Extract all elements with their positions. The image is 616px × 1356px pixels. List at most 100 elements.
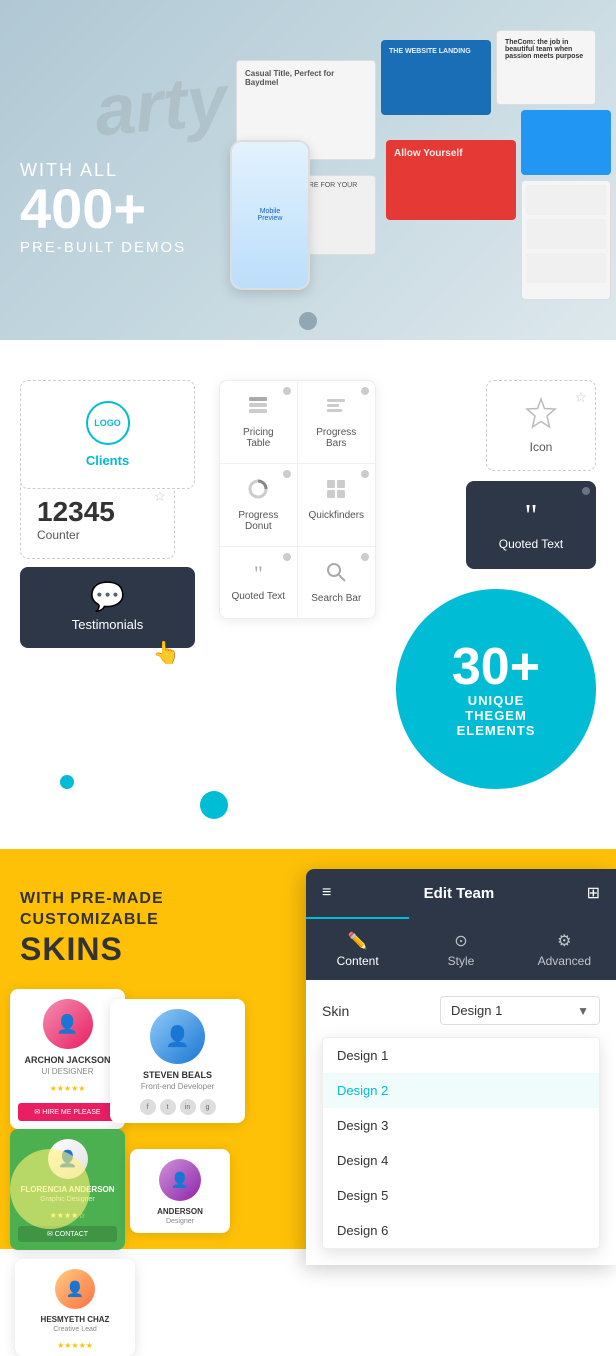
skins-section: WITH PRE-MADECUSTOMIZABLE SKINS 👤 ARCHON… [0,849,616,1249]
chevron-down-icon: ▼ [577,1004,589,1018]
profile-social-2: f t in g [110,1099,245,1123]
card-quoted-text: " Quoted Text [466,481,596,569]
mid-card-pricing: Pricing Table [220,381,297,464]
thegem-subtitle2: ELEMENTS [457,723,536,738]
tab-advanced[interactable]: ⚙ Advanced [513,917,616,980]
panel-grid-icon[interactable]: ⊞ [587,883,600,903]
social-icon-in: in [180,1099,196,1115]
progress-bars-label: Progress Bars [308,427,365,449]
progress-donut-label: Progress Donut [230,510,286,532]
hand-cursor-icon: 👆 [153,640,180,666]
tab-content[interactable]: ✏️ Content [306,917,409,980]
advanced-tab-icon: ⚙ [521,931,608,951]
dot-decoration [299,312,317,330]
testimonials-icon: 💬 [40,583,175,611]
skin-dropdown-menu: Design 1 Design 2 Design 3 Design 4 Desi… [322,1037,600,1249]
profile-card-2: 👤 STEVEN BEALS Front-end Developer f t i… [110,999,245,1123]
profile-name-4: ANDERSON [130,1207,230,1216]
profile-card-5: 👤 HESMYETH CHAZ Creative Lead ★★★★★ [15,1259,135,1356]
quote-mark-icon: " [484,499,578,531]
thegem-subtitle1: THEGEM [465,708,527,723]
star-icon-top-right: ☆ [574,389,587,406]
icon-widget-label: Icon [507,440,575,454]
quickfinders-label: Quickfinders [308,510,365,521]
mid-corner-dot-2 [361,387,369,395]
mid-card-quickfinders: Quickfinders [298,464,375,547]
quoted-text-icon-mid: " [230,561,286,587]
style-tab-icon: ⊙ [417,931,504,951]
elements-grid: LOGO Clients ☆ 12345 Counter 💬 Testimoni… [20,380,596,789]
dropdown-option-6[interactable]: Design 6 [323,1213,599,1248]
profile-contact-3: ✉ CONTACT [18,1226,117,1242]
hero-text-block: WITH ALL 400+ PRE-BUILT DEMOS [20,160,186,256]
thegem-number: 30+ [452,641,540,693]
mid-card-donut: Progress Donut [220,464,297,547]
content-tab-icon: ✏️ [314,931,401,951]
card-counter: ☆ 12345 Counter [20,479,175,559]
thumb1-text: Casual Title, Perfect for Baydmel [237,61,375,95]
panel-header: ≡ Edit Team ⊞ [306,869,616,917]
avatar-2: 👤 [150,1009,205,1064]
hero-section: arty Casual Title, Perfect for Baydmel T… [0,0,616,340]
counter-number: 12345 [37,496,158,528]
cards-right: ☆ Icon " Quoted Text 30+ UNIQUE THEGEM E… [396,380,596,789]
thumb6-text: Allow Yourself [386,140,516,167]
decorative-dot-2 [200,791,228,819]
dropdown-option-4[interactable]: Design 4 [323,1143,599,1178]
avatar-4: 👤 [159,1159,201,1201]
thumb-4 [521,110,611,175]
card-clients: LOGO Clients [20,380,195,489]
skin-label: Skin [322,1003,349,1019]
social-icon-f: f [140,1099,156,1115]
profile-card-1: 👤 ARCHON JACKSON UI DESIGNER ★★★★★ ✉ HIR… [10,989,125,1129]
thumb-7 [521,180,611,300]
middle-grid: Pricing Table Progress Bars [220,381,375,618]
skins-bold-text: SKINS [20,931,164,968]
panel-title: Edit Team [424,885,495,902]
thumb-6: Allow Yourself [386,140,516,220]
decorative-dot-1 [60,775,74,789]
mid-corner-dot-3 [283,470,291,478]
quickfinders-icon [308,478,365,506]
tab-style[interactable]: ⊙ Style [409,917,512,980]
skins-text-block: WITH PRE-MADECUSTOMIZABLE SKINS [20,889,164,968]
dropdown-option-2[interactable]: Design 2 [323,1073,599,1108]
mid-corner-dot-5 [283,553,291,561]
dropdown-option-5[interactable]: Design 5 [323,1178,599,1213]
star-icon-counter: ☆ [153,488,166,505]
thegem-cta-circle: 30+ UNIQUE THEGEM ELEMENTS [396,589,596,789]
thumb3-text: TheCom: the job in beautiful team when p… [497,31,595,68]
thumb-3: TheCom: the job in beautiful team when p… [496,30,596,105]
logo-circle: LOGO [86,401,130,445]
thegem-unique-label: UNIQUE [468,693,525,708]
icon-star-shape [507,397,575,436]
profile-name-5: HESMYETH CHAZ [15,1315,135,1324]
profile-stars-5: ★★★★★ [15,1341,135,1356]
corner-dot-light [582,487,590,495]
mid-card-search: Search Bar [298,547,375,618]
panel-tabs: ✏️ Content ⊙ Style ⚙ Advanced [306,917,616,980]
mid-corner-dot-1 [283,387,291,395]
skin-row: Skin Design 1 ▼ [322,996,600,1025]
profile-btn-1: ✉ HIRE ME PLEASE [18,1103,117,1121]
profile-role-4: Designer [130,1216,230,1233]
panel-body: Skin Design 1 ▼ Design 1 Design 2 Design… [306,980,616,1265]
hero-pre-built: PRE-BUILT DEMOS [20,239,186,256]
edit-team-panel: ≡ Edit Team ⊞ ✏️ Content ⊙ Style ⚙ Advan… [306,869,616,1265]
skin-select-dropdown[interactable]: Design 1 ▼ [440,996,600,1025]
dropdown-option-1[interactable]: Design 1 [323,1038,599,1073]
skin-select-value: Design 1 [451,1003,502,1018]
style-tab-label: Style [417,954,504,968]
mid-corner-dot-6 [361,553,369,561]
dropdown-option-3[interactable]: Design 3 [323,1108,599,1143]
profile-stars-1: ★★★★★ [10,1084,125,1099]
mid-card-progress-bars: Progress Bars [298,381,375,464]
avatar-5: 👤 [55,1269,95,1309]
testimonials-label: Testimonials [40,617,175,632]
profile-name-1: ARCHON JACKSON [10,1055,125,1065]
panel-hamburger-icon[interactable]: ≡ [322,884,331,902]
quoted-text-label: Quoted Text [484,537,578,551]
elements-section: LOGO Clients ☆ 12345 Counter 💬 Testimoni… [0,340,616,849]
card-icon-widget: ☆ Icon [486,380,596,471]
content-tab-label: Content [314,954,401,968]
